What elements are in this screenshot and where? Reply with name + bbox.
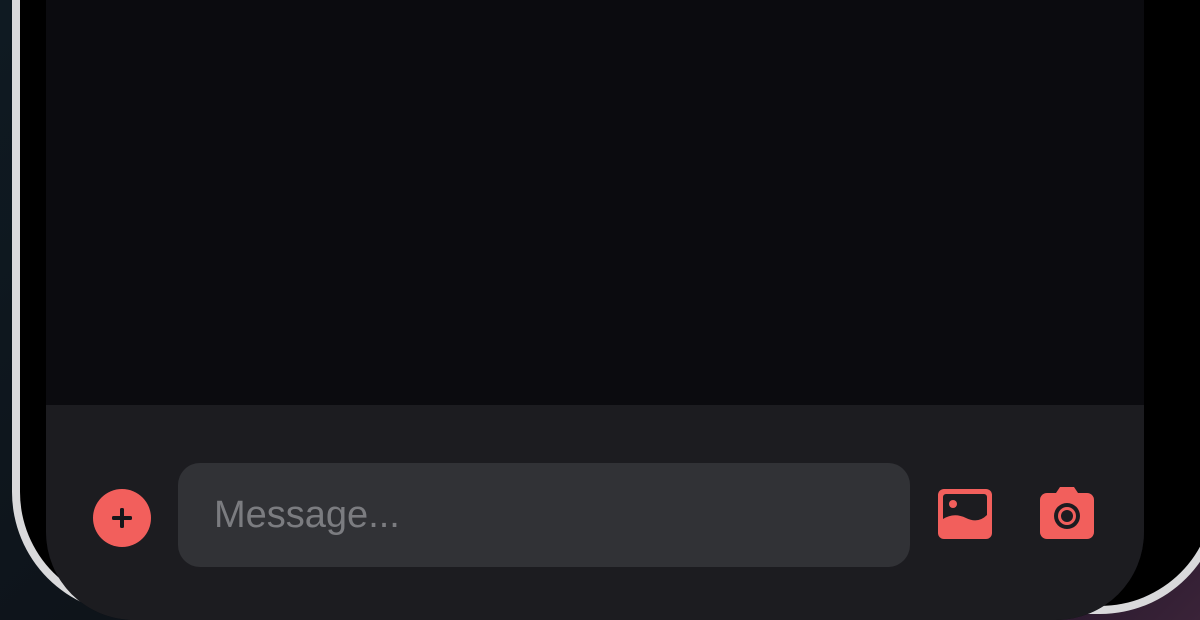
composer-bar — [46, 405, 1144, 620]
image-icon — [938, 489, 992, 539]
add-attachment-button[interactable] — [93, 489, 151, 547]
plus-icon — [112, 508, 132, 528]
message-input[interactable] — [178, 463, 910, 567]
gallery-button[interactable] — [936, 485, 994, 543]
chat-screen — [46, 0, 1144, 620]
camera-button[interactable] — [1036, 485, 1098, 543]
camera-icon — [1040, 487, 1094, 539]
message-list — [46, 0, 1144, 405]
